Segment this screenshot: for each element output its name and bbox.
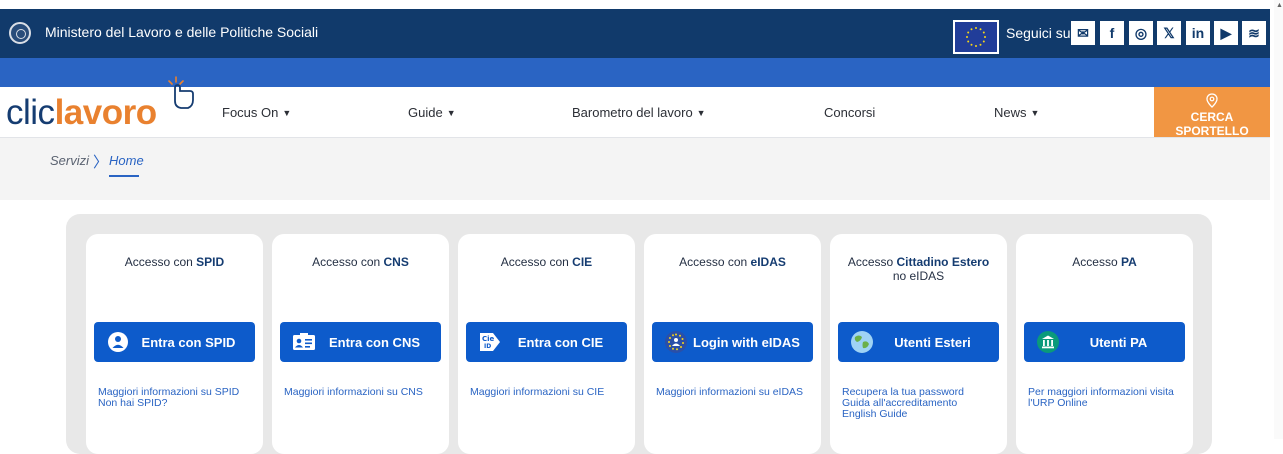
spid-user-icon [106, 330, 130, 354]
cerca-sportello-label: CERCA SPORTELLO [1175, 110, 1249, 138]
nav-guide-label: Guide [408, 105, 443, 120]
caret-down-icon: ▼ [1030, 108, 1040, 118]
access-card-eidas: Accesso con eIDAS Login with eIDAS Maggi… [644, 234, 821, 454]
card-links: Maggiori informazioni su CNS [284, 387, 443, 398]
card-links: Per maggiori informazioni visita l'URP O… [1028, 387, 1187, 409]
mail-icon[interactable]: ✉ [1071, 21, 1095, 45]
cerca-sportello-button[interactable]: CERCA SPORTELLO [1154, 87, 1270, 138]
button-label: Entra con SPID [141, 334, 236, 350]
english-guide-link[interactable]: English Guide [842, 409, 1001, 420]
no-spid-link[interactable]: Non hai SPID? [98, 398, 257, 409]
location-pin-icon [1206, 93, 1218, 108]
cie-logo-icon: Cie ID [478, 330, 502, 354]
ministry-name[interactable]: Ministero del Lavoro e delle Politiche S… [45, 24, 318, 40]
entra-con-spid-button[interactable]: Entra con SPID [94, 322, 255, 362]
page-scrollbar[interactable] [1274, 0, 1283, 439]
scroll-up-arrow-icon[interactable]: ▲ [1276, 2, 1283, 9]
card-links: Recupera la tua password Guida all'accre… [842, 387, 1001, 420]
x-icon[interactable]: 𝕏 [1157, 21, 1181, 45]
svg-text:Cie: Cie [482, 335, 495, 343]
follow-us-label: Seguici su: [1006, 25, 1075, 41]
globe-icon [850, 330, 874, 354]
nav-news[interactable]: News ▼ [994, 105, 1039, 120]
card-links: Maggiori informazioni su SPID Non hai SP… [98, 387, 257, 409]
card-links: Maggiori informazioni su CIE [470, 387, 629, 398]
breadcrumb-home[interactable]: Home [109, 153, 144, 168]
nav-concorsi-label: Concorsi [824, 105, 876, 120]
card-title: Accesso con SPID [124, 255, 225, 269]
nav-news-label: News [994, 105, 1027, 120]
entra-con-cie-button[interactable]: Cie ID Entra con CIE [466, 322, 627, 362]
card-title: Accesso Cittadino Estero no eIDAS [847, 255, 990, 283]
access-card-cns: Accesso con CNS Entra con CNS Maggiori i… [272, 234, 449, 454]
nav-guide[interactable]: Guide ▼ [408, 105, 456, 120]
top-header: Ministero del Lavoro e delle Politiche S… [0, 9, 1270, 58]
nav-concorsi[interactable]: Concorsi [824, 105, 875, 120]
nav-barometro-label: Barometro del lavoro [572, 105, 693, 120]
access-card-pa: Accesso PA Utenti PA Per maggiori inform… [1016, 234, 1193, 454]
cie-info-link[interactable]: Maggiori informazioni su CIE [470, 387, 629, 398]
logo-text-clic: clic [6, 93, 55, 132]
caret-down-icon: ▼ [696, 108, 706, 118]
button-label: Entra con CIE [517, 334, 604, 350]
nav-barometro[interactable]: Barometro del lavoro ▼ [572, 105, 706, 120]
card-links: Maggiori informazioni su eIDAS [656, 387, 815, 398]
login-with-eidas-button[interactable]: Login with eIDAS [652, 322, 813, 362]
card-title: Accesso con eIDAS [679, 255, 786, 269]
rss-icon[interactable]: ≋ [1242, 21, 1266, 45]
id-card-icon [292, 330, 316, 354]
card-title: Accesso PA [1072, 255, 1137, 269]
instagram-icon[interactable]: ◎ [1129, 21, 1153, 45]
button-label: Utenti Esteri [894, 334, 971, 350]
eidas-info-link[interactable]: Maggiori informazioni su eIDAS [656, 387, 815, 398]
cns-info-link[interactable]: Maggiori informazioni su CNS [284, 387, 443, 398]
republic-emblem-icon [9, 22, 31, 44]
breadcrumb-separator-icon: 〉 [93, 154, 109, 171]
linkedin-icon[interactable]: in [1186, 21, 1210, 45]
card-title: Accesso con CIE [500, 255, 593, 269]
urp-online-link[interactable]: l'URP Online [1028, 398, 1187, 409]
logo-text-lavoro: lavoro [54, 93, 158, 132]
main-navigation: cliclavoro Focus On ▼ Guide ▼ Barometro de… [0, 76, 1270, 138]
svg-text:ID: ID [484, 343, 491, 350]
access-card-spid: Accesso con SPID Entra con SPID Maggiori… [86, 234, 263, 454]
button-label: Entra con CNS [328, 334, 420, 350]
youtube-icon[interactable]: ▶ [1214, 21, 1238, 45]
breadcrumb-servizi[interactable]: Servizi [50, 153, 89, 168]
breadcrumb: Servizi 〉 Home [0, 138, 1270, 200]
utenti-pa-button[interactable]: Utenti PA [1024, 322, 1185, 362]
caret-down-icon: ▼ [282, 108, 292, 118]
institution-building-icon [1036, 330, 1060, 354]
access-card-cie: Accesso con CIE Cie ID Entra con CIE Magg… [458, 234, 635, 454]
button-label: Login with eIDAS [693, 334, 800, 350]
card-title: Accesso con CNS [312, 255, 409, 269]
access-card-cittadino-estero: Accesso Cittadino Estero no eIDAS Utenti … [830, 234, 1007, 454]
caret-down-icon: ▼ [446, 108, 456, 118]
nav-focus-on-label: Focus On [222, 105, 279, 120]
eidas-stars-icon [664, 330, 688, 354]
nav-focus-on[interactable]: Focus On ▼ [222, 105, 291, 120]
entra-con-cns-button[interactable]: Entra con CNS [280, 322, 441, 362]
breadcrumb-active-underline [109, 175, 139, 177]
cliclavoro-logo[interactable]: cliclavoro [6, 76, 194, 133]
button-label: Utenti PA [1089, 334, 1148, 350]
facebook-icon[interactable]: f [1100, 21, 1124, 45]
utenti-esteri-button[interactable]: Utenti Esteri [838, 322, 999, 362]
click-hand-icon [168, 76, 194, 109]
eu-flag-icon [953, 20, 999, 54]
